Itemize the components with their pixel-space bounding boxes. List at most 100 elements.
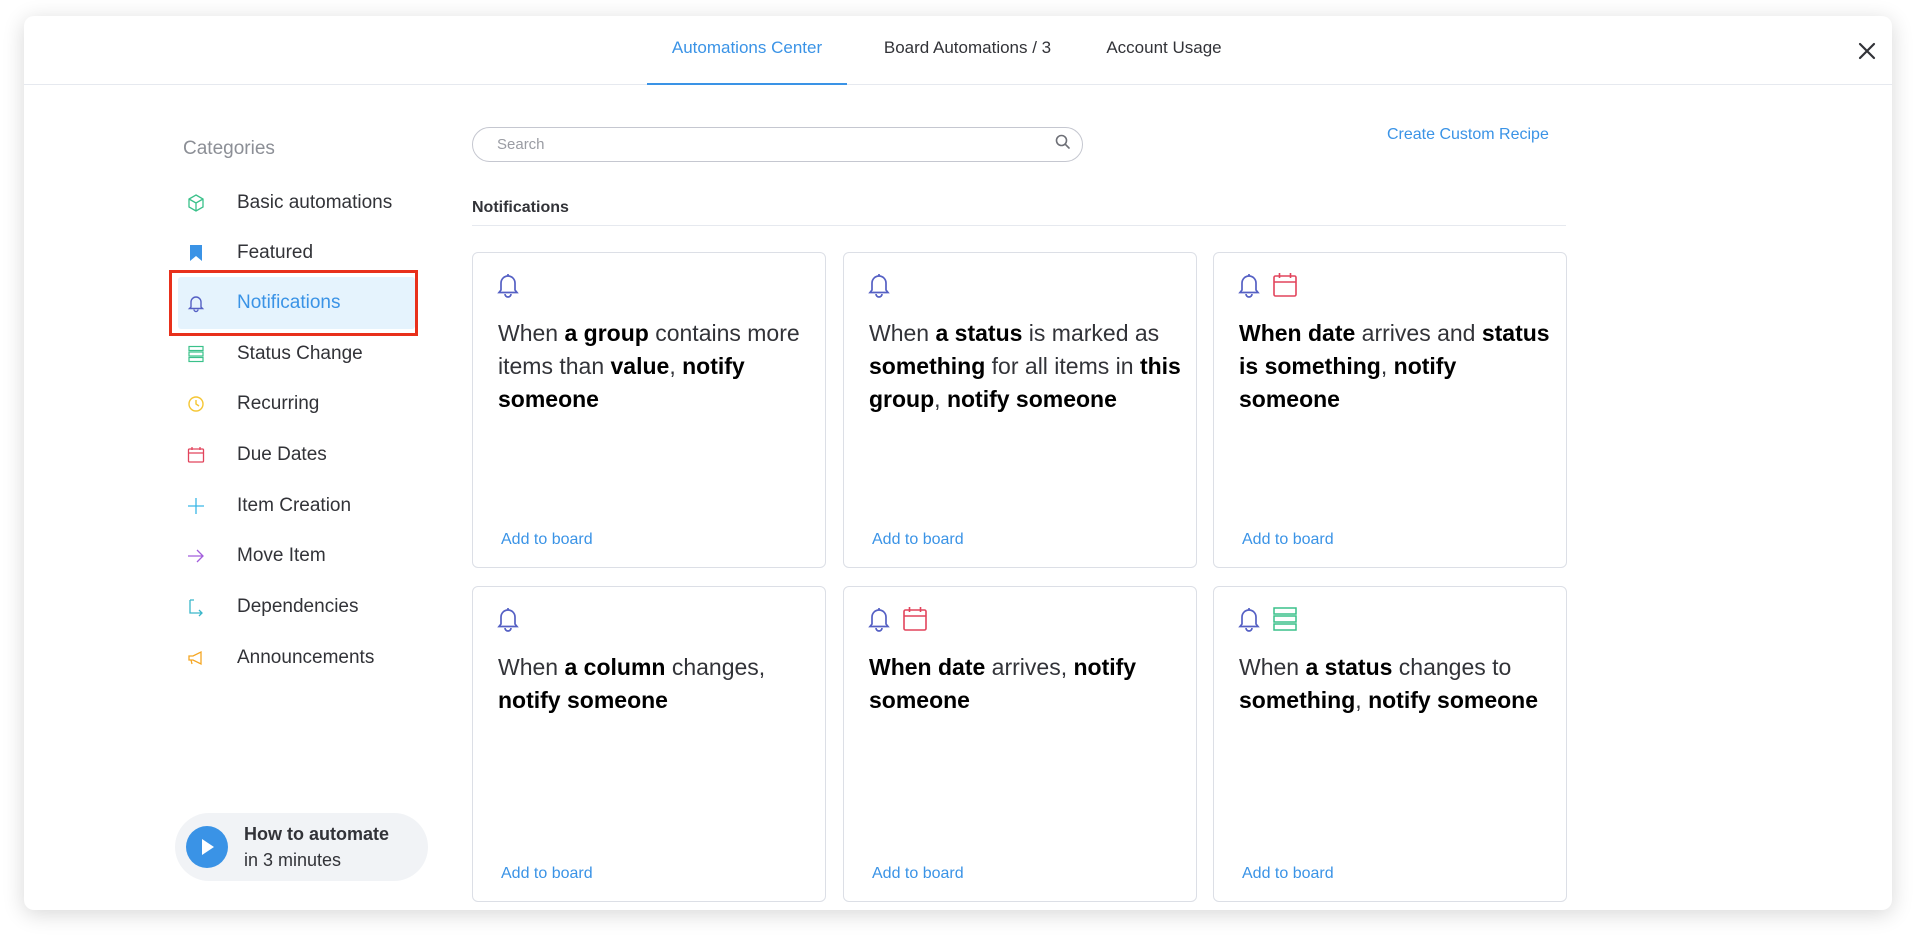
recipe-field[interactable]: date	[1308, 320, 1355, 346]
play-icon	[186, 826, 228, 868]
sidebar-item-label: Due Dates	[237, 444, 327, 465]
calendar-icon	[186, 445, 216, 465]
automations-modal: Automations Center Board Automations / 3…	[24, 16, 1892, 910]
recipe-field[interactable]: When	[869, 654, 938, 680]
sidebar-item-label: Notifications	[237, 292, 341, 313]
recipe-card-icons	[495, 271, 521, 304]
clock-icon	[186, 394, 216, 414]
sidebar-item-label: Announcements	[237, 647, 375, 668]
sidebar-item-label: Status Change	[237, 343, 363, 364]
sidebar-item-label: Dependencies	[237, 596, 359, 617]
how-to-subtitle: in 3 minutes	[244, 850, 342, 870]
categories-title: Categories	[183, 138, 275, 159]
add-to-board-link[interactable]: Add to board	[872, 531, 964, 549]
recipe-card[interactable]: When date arrives and status is somethin…	[1213, 252, 1567, 568]
sidebar-item-due-dates[interactable]: Due Dates	[183, 432, 423, 478]
dependency-icon	[186, 597, 216, 617]
recipe-card-icons	[866, 605, 928, 638]
sidebar-item-notifications[interactable]: Notifications	[178, 277, 415, 329]
recipe-field[interactable]: something	[1239, 687, 1355, 713]
calendar-icon	[902, 605, 928, 638]
recipe-text: ,	[1380, 353, 1394, 379]
recipe-text: When	[1239, 654, 1306, 680]
sidebar-item-recurring[interactable]: Recurring	[183, 381, 423, 427]
recipe-text: ,	[669, 353, 683, 379]
add-to-board-link[interactable]: Add to board	[501, 531, 593, 549]
sidebar-item-item-creation[interactable]: Item Creation	[183, 483, 423, 529]
bookmark-icon	[186, 243, 216, 263]
sidebar-item-label: Basic automations	[237, 192, 393, 213]
recipe-text: arrives,	[985, 654, 1074, 680]
tab-automations-center[interactable]: Automations Center	[647, 16, 847, 85]
recipe-text: changes,	[665, 654, 766, 680]
how-to-automate-video-button[interactable]: How to automate in 3 minutes	[175, 813, 428, 881]
recipe-text: ,	[1355, 687, 1369, 713]
recipe-field[interactable]: value	[611, 353, 670, 379]
recipe-field[interactable]: notify someone	[947, 386, 1117, 412]
bell-icon	[866, 605, 892, 638]
calendar-icon	[1272, 271, 1298, 304]
recipe-text: changes to	[1392, 654, 1512, 680]
recipe-text: arrives and	[1355, 320, 1482, 346]
sidebar-item-status-change[interactable]: Status Change	[183, 331, 423, 377]
search-icon[interactable]	[1054, 133, 1072, 156]
recipe-field[interactable]: something	[1265, 353, 1381, 379]
tab-account-usage[interactable]: Account Usage	[1099, 16, 1229, 85]
section-title: Notifications	[472, 199, 569, 216]
bell-icon	[1236, 605, 1262, 638]
recipe-field[interactable]: a column	[564, 654, 665, 680]
close-icon	[1858, 42, 1876, 60]
add-to-board-link[interactable]: Add to board	[1242, 531, 1334, 549]
recipe-card-icons	[495, 605, 521, 638]
recipe-field[interactable]: date	[938, 654, 985, 680]
section-divider	[472, 225, 1566, 226]
close-button[interactable]	[1852, 36, 1882, 66]
recipe-field[interactable]: something	[869, 353, 985, 379]
bell-icon	[866, 271, 892, 304]
recipe-card-icons	[1236, 271, 1298, 304]
recipe-field[interactable]: notify someone	[1368, 687, 1538, 713]
sidebar-item-move-item[interactable]: Move Item	[183, 533, 423, 579]
recipe-card-icons	[1236, 605, 1298, 638]
recipe-field[interactable]: notify someone	[498, 687, 668, 713]
bell-icon	[495, 271, 521, 304]
sidebar-item-label: Recurring	[237, 393, 320, 414]
arrow-right-icon	[186, 546, 216, 566]
recipe-sentence: When a status is marked as something for…	[869, 317, 1184, 416]
add-to-board-link[interactable]: Add to board	[501, 865, 593, 883]
recipe-field[interactable]: a group	[564, 320, 648, 346]
recipe-card[interactable]: When date arrives, notify someone Add to …	[843, 586, 1197, 902]
create-custom-recipe-link[interactable]: Create Custom Recipe	[1387, 126, 1549, 144]
recipe-text: When	[498, 320, 565, 346]
bell-icon	[1236, 271, 1262, 304]
sidebar-item-featured[interactable]: Featured	[183, 230, 423, 276]
recipe-text: is marked as	[1022, 320, 1160, 346]
sidebar-item-announcements[interactable]: Announcements	[183, 635, 423, 681]
bell-icon	[186, 293, 216, 313]
add-to-board-link[interactable]: Add to board	[872, 865, 964, 883]
status-list-icon	[186, 344, 216, 364]
recipe-card[interactable]: When a status is marked as something for…	[843, 252, 1197, 568]
recipe-text: When	[869, 320, 936, 346]
recipe-field[interactable]: a status	[1305, 654, 1392, 680]
recipe-card[interactable]: When a column changes, notify someone Add…	[472, 586, 826, 902]
status-list-icon	[1272, 605, 1298, 638]
sidebar-item-dependencies[interactable]: Dependencies	[183, 584, 423, 630]
how-to-title: How to automate	[244, 824, 390, 844]
tab-board-automations[interactable]: Board Automations / 3	[880, 16, 1055, 85]
recipe-field[interactable]: is	[1239, 353, 1265, 379]
megaphone-icon	[186, 648, 216, 668]
recipe-card[interactable]: When a group contains more items than va…	[472, 252, 826, 568]
plus-icon	[186, 496, 216, 516]
recipe-field[interactable]: a status	[935, 320, 1022, 346]
sidebar-item-label: Featured	[237, 242, 314, 263]
add-to-board-link[interactable]: Add to board	[1242, 865, 1334, 883]
recipe-field[interactable]: When	[1239, 320, 1308, 346]
sidebar-item-label: Item Creation	[237, 495, 352, 516]
tab-bar: Automations Center Board Automations / 3…	[24, 16, 1892, 85]
recipe-text: When	[498, 654, 565, 680]
recipe-field[interactable]: status	[1482, 320, 1550, 346]
recipe-card[interactable]: When a status changes to something, noti…	[1213, 586, 1567, 902]
sidebar-item-basic-automations[interactable]: Basic automations	[183, 180, 423, 226]
search-input[interactable]	[472, 127, 1083, 162]
